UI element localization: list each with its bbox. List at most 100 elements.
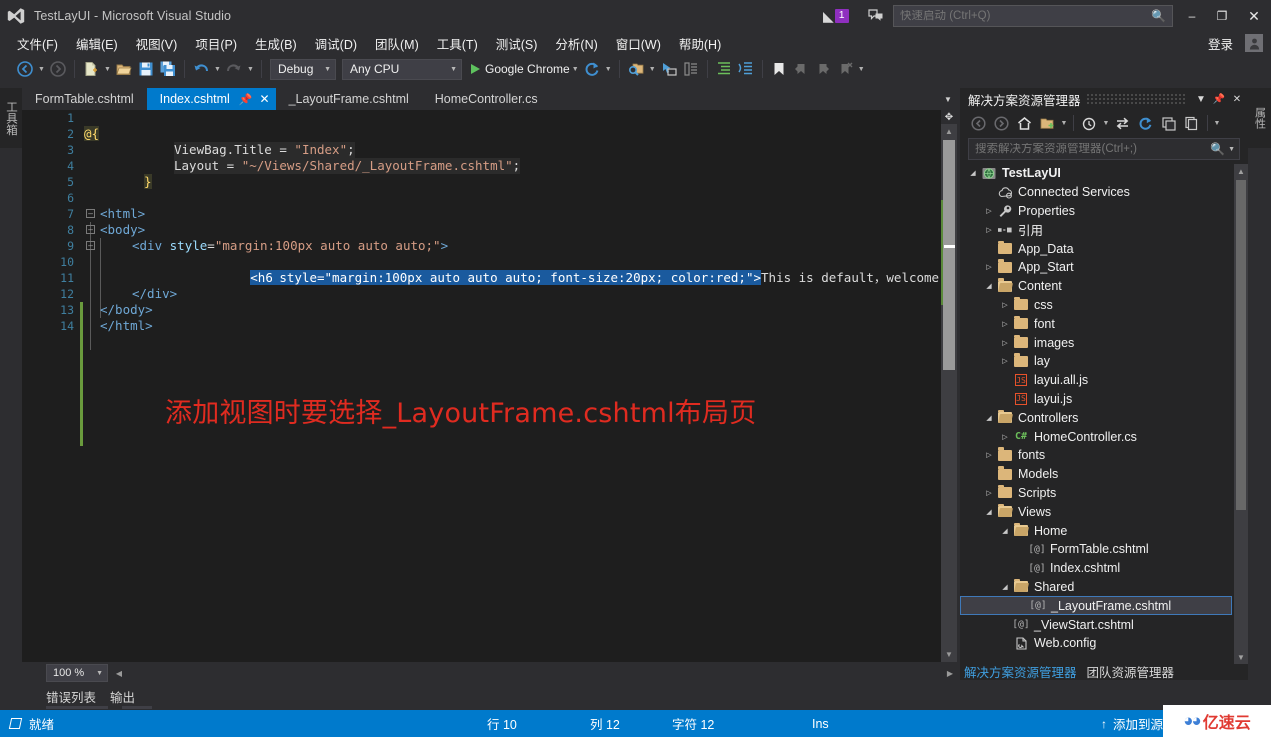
tree-item[interactable]: JS layui.js [960, 390, 1232, 409]
tree-item[interactable]: [@] _LayoutFrame.cshtml [960, 596, 1232, 616]
menu-item-debug[interactable]: 调试(D) [306, 32, 366, 55]
quick-launch-box[interactable]: 🔍 [893, 5, 1173, 27]
tree-item[interactable]: ◢ TestLayUI [960, 164, 1232, 183]
chevron-down-icon[interactable]: ▼ [1059, 112, 1069, 134]
expander-collapsed-icon[interactable]: ▷ [998, 317, 1012, 331]
navigate-back-icon[interactable] [14, 58, 36, 80]
toolbox-vertical-tab[interactable]: 工具箱 [0, 88, 22, 148]
expander-collapsed-icon[interactable]: ▷ [998, 354, 1012, 368]
bookmark-next-icon[interactable] [812, 58, 834, 80]
navigate-forward-icon[interactable] [47, 58, 69, 80]
tree-item[interactable]: ▷ Properties [960, 202, 1232, 221]
close-icon[interactable]: ✕ [260, 92, 270, 106]
tree-item[interactable]: [@] FormTable.cshtml [960, 540, 1232, 559]
scroll-up-arrow[interactable]: ▲ [941, 124, 957, 139]
maximize-button[interactable]: ❐ [1207, 2, 1237, 30]
tab-solution-explorer[interactable]: 解决方案资源管理器 [964, 662, 1077, 681]
menu-item-file[interactable]: 文件(F) [8, 32, 67, 55]
find-in-files-icon[interactable] [625, 58, 647, 80]
expander-collapsed-icon[interactable]: ▷ [982, 260, 996, 274]
expander-collapsed-icon[interactable]: ▷ [982, 204, 996, 218]
tree-item[interactable]: [@] Index.cshtml [960, 559, 1232, 578]
tree-item[interactable]: ▷ Scripts [960, 484, 1232, 503]
tree-item[interactable]: ▷ css [960, 296, 1232, 315]
expander-expanded-icon[interactable]: ◢ [982, 411, 996, 425]
tree-item[interactable]: ▷ App_Start [960, 258, 1232, 277]
menu-item-tools[interactable]: 工具(T) [428, 32, 487, 55]
editor-tab-homecontroller[interactable]: HomeController.cs [422, 88, 551, 110]
start-debugging-button[interactable]: Google Chrome [471, 62, 570, 76]
solution-configuration-select[interactable]: Debug ▼ [270, 58, 336, 80]
fold-toggle-icon[interactable]: – [86, 225, 95, 234]
tree-item[interactable]: App_Data [960, 239, 1232, 258]
expander-expanded-icon[interactable]: ◢ [998, 580, 1012, 594]
editor-tab-index[interactable]: Index.cshtml 📌 ✕ [146, 88, 276, 110]
redo-icon[interactable] [223, 58, 245, 80]
tree-item[interactable]: ▷ 引用 [960, 220, 1232, 239]
expander-collapsed-icon[interactable]: ▷ [998, 336, 1012, 350]
tree-item[interactable]: Models [960, 465, 1232, 484]
menu-item-help[interactable]: 帮助(H) [670, 32, 730, 55]
tree-item[interactable]: ◢ Views [960, 502, 1232, 521]
navigate-back-caret-icon[interactable]: ▼ [36, 58, 47, 80]
outdent-icon[interactable] [735, 58, 757, 80]
chevron-down-icon[interactable]: ▼ [1192, 89, 1210, 109]
expander-collapsed-icon[interactable]: ▷ [998, 298, 1012, 312]
expander-collapsed-icon[interactable]: ▷ [982, 486, 996, 500]
bookmark-icon[interactable] [768, 58, 790, 80]
refresh-icon[interactable] [581, 58, 603, 80]
menu-item-team[interactable]: 团队(M) [366, 32, 428, 55]
editor-vertical-scrollbar[interactable]: ✥ ▲ ▼ [941, 110, 957, 662]
feedback-icon[interactable] [865, 6, 887, 26]
overflow-icon[interactable]: ▼ [1212, 112, 1222, 134]
tree-item[interactable]: ◢ Home [960, 521, 1232, 540]
split-view-icon[interactable]: ✥ [941, 110, 957, 124]
show-all-files-icon[interactable] [1036, 112, 1059, 134]
solution-explorer-search[interactable]: 🔍 ▼ [968, 138, 1240, 160]
editor-tab-layoutframe[interactable]: _LayoutFrame.cshtml [276, 88, 422, 110]
zoom-level-select[interactable]: 100 % ▼ [46, 664, 108, 682]
refresh-caret-icon[interactable]: ▼ [603, 58, 614, 80]
go-to-icon[interactable] [658, 58, 680, 80]
search-input[interactable] [975, 143, 1211, 155]
save-icon[interactable] [135, 58, 157, 80]
menu-item-analyze[interactable]: 分析(N) [546, 32, 606, 55]
tree-item[interactable]: ◢ Content [960, 277, 1232, 296]
tab-error-list[interactable]: 错误列表 [46, 687, 96, 706]
close-button[interactable]: ✕ [1237, 2, 1271, 30]
tree-item[interactable]: ◢ Controllers [960, 408, 1232, 427]
tree-item[interactable]: ▷ fonts [960, 446, 1232, 465]
scrollbar-thumb[interactable] [1236, 180, 1246, 510]
save-all-icon[interactable] [157, 58, 179, 80]
undo-caret-icon[interactable]: ▼ [212, 58, 223, 80]
menu-item-edit[interactable]: 编辑(E) [67, 32, 127, 55]
sign-in-button[interactable]: 登录 [1200, 32, 1241, 55]
tree-item[interactable]: [@] _ViewStart.cshtml [960, 615, 1232, 634]
solution-tree[interactable]: ◢ TestLayUI Connected Services ▷ Properties ▷… [960, 164, 1232, 664]
fold-toggle-icon[interactable]: – [86, 209, 95, 218]
toolbar-overflow-icon[interactable]: ▼ [856, 58, 867, 80]
scroll-left-arrow[interactable]: ◀ [112, 665, 126, 681]
pin-icon[interactable]: 📌 [239, 93, 253, 106]
menu-item-build[interactable]: 生成(B) [246, 32, 306, 55]
chevron-down-icon[interactable]: ▼ [939, 88, 957, 110]
expander-collapsed-icon[interactable]: ▷ [998, 430, 1012, 444]
account-icon[interactable] [1245, 34, 1263, 52]
sync-icon[interactable] [1111, 112, 1134, 134]
scroll-down-arrow[interactable]: ▼ [941, 647, 957, 662]
tree-item[interactable]: ▷ C# HomeController.cs [960, 427, 1232, 446]
tree-item[interactable]: Web.config [960, 634, 1232, 653]
home-icon[interactable] [1013, 112, 1036, 134]
solution-explorer-scrollbar[interactable]: ▲ ▼ [1234, 164, 1248, 664]
tab-team-explorer[interactable]: 团队资源管理器 [1087, 662, 1175, 681]
undo-icon[interactable] [190, 58, 212, 80]
menu-item-window[interactable]: 窗口(W) [607, 32, 670, 55]
run-target-caret-icon[interactable]: ▼ [570, 58, 581, 80]
chevron-down-icon[interactable]: ▼ [1101, 112, 1111, 134]
notifications[interactable]: ◣ 1 [823, 6, 857, 26]
close-icon[interactable]: ✕ [1228, 89, 1246, 109]
expander-collapsed-icon[interactable]: ▷ [982, 448, 996, 462]
notification-flag[interactable]: ◣ 1 [823, 6, 857, 26]
tree-item[interactable]: JS layui.all.js [960, 371, 1232, 390]
menu-item-view[interactable]: 视图(V) [127, 32, 187, 55]
